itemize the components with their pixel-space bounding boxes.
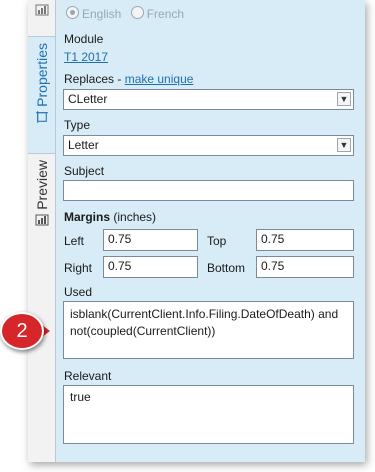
replaces-select-value: CLetter bbox=[68, 92, 108, 106]
radio-english[interactable]: English bbox=[66, 6, 122, 21]
vertical-tab-strip: Properties Preview bbox=[28, 0, 56, 462]
make-unique-link[interactable]: make unique bbox=[125, 72, 194, 86]
type-label: Type bbox=[64, 118, 91, 132]
margin-right-label: Right bbox=[64, 261, 93, 275]
tab-preview-label: Preview bbox=[33, 160, 50, 210]
margin-bottom-label: Bottom bbox=[207, 261, 246, 275]
radio-english-indicator[interactable] bbox=[66, 6, 79, 19]
radio-english-label: English bbox=[82, 7, 122, 21]
preview-icon bbox=[35, 214, 48, 226]
replaces-label: Replaces - make unique bbox=[64, 72, 193, 86]
relevant-textarea[interactable]: true bbox=[63, 385, 354, 444]
properties-icon bbox=[35, 110, 48, 123]
margins-heading: Margins (inches) bbox=[64, 210, 156, 224]
margins-title: Margins bbox=[64, 210, 111, 224]
type-select-value: Letter bbox=[68, 138, 99, 152]
margin-top-label: Top bbox=[207, 234, 227, 248]
subject-input[interactable] bbox=[63, 180, 354, 201]
type-select[interactable]: Letter ▼ bbox=[63, 135, 354, 156]
subject-label: Subject bbox=[64, 164, 105, 178]
tab-preview[interactable]: Preview bbox=[28, 160, 55, 240]
module-link[interactable]: T1 2017 bbox=[64, 50, 108, 64]
radio-french-label: French bbox=[146, 7, 185, 21]
tab-properties-label: Properties bbox=[33, 43, 50, 107]
chevron-down-icon[interactable]: ▼ bbox=[337, 138, 351, 152]
margin-bottom-input[interactable]: 0.75 bbox=[256, 256, 354, 278]
radio-french-indicator[interactable] bbox=[130, 6, 144, 19]
margin-left-input[interactable]: 0.75 bbox=[103, 229, 198, 251]
module-label: Module bbox=[64, 32, 104, 46]
replaces-select[interactable]: CLetter ▼ bbox=[63, 89, 354, 110]
callout-badge: 2 bbox=[0, 312, 44, 350]
radio-french[interactable]: French bbox=[130, 6, 185, 21]
margin-top-input[interactable]: 0.75 bbox=[256, 229, 354, 251]
chevron-down-icon[interactable]: ▼ bbox=[337, 92, 351, 106]
replaces-label-text: Replaces - bbox=[64, 72, 125, 86]
used-textarea[interactable]: isblank(CurrentClient.Info.Filing.DateOf… bbox=[63, 301, 354, 359]
used-label: Used bbox=[64, 285, 93, 299]
margin-right-input[interactable]: 0.75 bbox=[103, 256, 198, 278]
language-radio-group: English French bbox=[66, 6, 184, 21]
margins-unit: (inches) bbox=[113, 210, 157, 224]
relevant-label: Relevant bbox=[64, 369, 112, 383]
tab-partial-top[interactable] bbox=[28, 4, 55, 28]
chart-icon bbox=[35, 4, 48, 16]
properties-content: English French Module T1 2017 Replaces -… bbox=[56, 0, 365, 462]
margin-left-label: Left bbox=[64, 234, 85, 248]
tab-properties[interactable]: Properties bbox=[28, 36, 55, 154]
